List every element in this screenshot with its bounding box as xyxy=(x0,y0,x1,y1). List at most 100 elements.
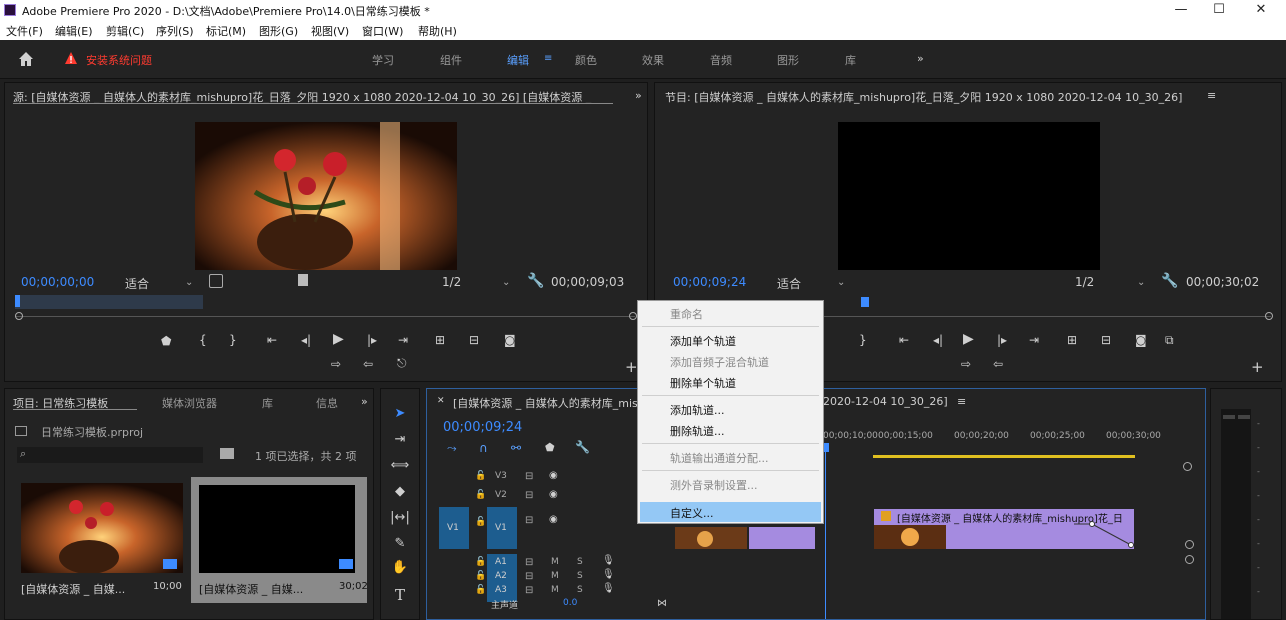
lift-icon[interactable]: ⊞ xyxy=(1067,333,1077,347)
tab-info[interactable]: 信息 xyxy=(316,395,338,411)
close-tab-icon[interactable]: ✕ xyxy=(437,396,445,406)
extract-icon[interactable]: ⊟ xyxy=(1101,333,1111,347)
menu-help[interactable]: 帮助(H) xyxy=(418,23,457,39)
selection-tool-icon[interactable]: ➤ xyxy=(389,406,411,426)
menu-item-add-audio-submix-track[interactable]: 添加音频子混合轨道 xyxy=(670,354,769,370)
menu-marker[interactable]: 标记(M) xyxy=(206,23,246,39)
source-panel-more[interactable]: » xyxy=(635,89,642,102)
mute-button[interactable]: M xyxy=(551,557,559,567)
track-sync-icon[interactable]: ⊟ xyxy=(525,585,533,596)
menu-window[interactable]: 窗口(W) xyxy=(362,23,403,39)
tab-effects[interactable]: 效果 xyxy=(642,52,664,68)
program-scale-select[interactable]: 1/2 xyxy=(1075,275,1094,289)
track-sync-icon[interactable]: ⊟ xyxy=(525,490,533,501)
program-playhead[interactable] xyxy=(861,297,869,307)
eye-icon[interactable]: ◉ xyxy=(549,470,558,481)
step-forward-icon[interactable]: |▸ xyxy=(997,333,1007,347)
zoom-handle[interactable] xyxy=(1183,462,1192,471)
solo-button[interactable]: S xyxy=(577,557,583,567)
drag-video-icon[interactable]: ⇨ xyxy=(331,357,341,371)
scroll-handle[interactable] xyxy=(1185,540,1194,549)
tab-graphics[interactable]: 图形 xyxy=(777,52,799,68)
menu-item-add-single-track[interactable]: 添加单个轨道 xyxy=(670,333,736,349)
menu-item-add-tracks[interactable]: 添加轨道... xyxy=(670,402,725,418)
keyframe-line[interactable] xyxy=(1074,509,1134,549)
workspace-menu-icon[interactable]: ≡ xyxy=(544,53,552,64)
menu-item-voiceover-settings[interactable]: 测外音录制设置... xyxy=(670,477,758,493)
program-monitor-title[interactable]: 节目: [自媒体资源 _ 自媒体人的素材库_mishupro]花_日落_夕阳 1… xyxy=(665,89,1205,105)
track-lock-icon[interactable]: 🔓 xyxy=(475,490,486,500)
close-button[interactable]: ✕ xyxy=(1246,2,1276,18)
project-search-input[interactable] xyxy=(17,447,203,463)
tab-assembly[interactable]: 组件 xyxy=(440,52,462,68)
snap-icon[interactable]: ∩ xyxy=(479,441,488,455)
mark-in-icon[interactable]: { xyxy=(199,333,207,347)
pen-tool-icon[interactable]: ✎ xyxy=(389,536,411,556)
work-area-bar[interactable] xyxy=(873,455,1135,458)
project-item-thumbnail[interactable] xyxy=(21,483,183,573)
track-sync-icon[interactable]: ⊟ xyxy=(525,471,533,482)
eye-icon[interactable]: ◉ xyxy=(549,489,558,500)
menu-graphics[interactable]: 图形(G) xyxy=(259,23,298,39)
new-bin-icon[interactable] xyxy=(220,448,234,459)
tab-audio[interactable]: 音频 xyxy=(710,52,732,68)
microphone-icon[interactable]: 🎙 xyxy=(602,555,615,566)
microphone-icon[interactable]: 🎙 xyxy=(602,569,615,580)
mark-out-icon[interactable]: } xyxy=(229,333,237,347)
add-marker-icon[interactable]: ⬟ xyxy=(161,334,171,348)
hand-tool-icon[interactable]: ✋ xyxy=(389,560,411,580)
project-item-name[interactable]: [自媒体资源 _ 自媒... xyxy=(199,581,303,597)
track-lock-icon[interactable]: 🔓 xyxy=(475,517,486,527)
track-lock-icon[interactable]: 🔓 xyxy=(475,557,486,567)
track-lock-icon[interactable]: 🔓 xyxy=(475,571,486,581)
go-to-in-icon[interactable]: ⇤ xyxy=(267,333,277,347)
solo-button[interactable]: S xyxy=(577,585,583,595)
add-marker-icon[interactable]: ⬟ xyxy=(545,441,555,454)
type-tool-icon[interactable]: T xyxy=(389,586,411,606)
add-button-icon[interactable]: + xyxy=(625,358,638,376)
trim-icon-2[interactable]: ⇦ xyxy=(993,357,1003,371)
nest-icon[interactable]: ⤳ xyxy=(447,441,457,456)
scroll-handle[interactable] xyxy=(1185,555,1194,564)
linked-selection-icon[interactable]: ⚯ xyxy=(511,441,521,455)
track-label-v2[interactable]: V2 xyxy=(495,490,507,500)
menu-item-track-output-channel[interactable]: 轨道输出通道分配... xyxy=(670,450,769,466)
track-sync-icon[interactable]: ⊟ xyxy=(525,515,533,526)
step-back-icon[interactable]: ◂| xyxy=(933,333,943,347)
go-to-out-icon[interactable]: ⇥ xyxy=(1029,333,1039,347)
program-fit-select[interactable]: 适合 xyxy=(777,275,801,292)
menu-edit[interactable]: 编辑(E) xyxy=(55,23,93,39)
program-panel-menu[interactable]: ≡ xyxy=(1207,89,1216,102)
master-volume-value[interactable]: 0.0 xyxy=(563,598,577,608)
tab-color[interactable]: 颜色 xyxy=(575,52,597,68)
settings-icon[interactable] xyxy=(209,274,223,288)
solo-button[interactable]: S xyxy=(577,571,583,581)
timeline-clip-thumbnail[interactable] xyxy=(675,527,747,549)
track-label-v3[interactable]: V3 xyxy=(495,471,507,481)
menu-file[interactable]: 文件(F) xyxy=(6,23,43,39)
home-icon[interactable] xyxy=(16,49,36,69)
track-lock-icon[interactable]: 🔓 xyxy=(475,471,486,481)
go-to-in-icon[interactable]: ⇤ xyxy=(899,333,909,347)
ripple-edit-tool-icon[interactable]: ⟺ xyxy=(389,458,411,478)
add-button-icon[interactable]: + xyxy=(1251,358,1264,376)
play-icon[interactable]: ▶ xyxy=(963,331,974,347)
source-scrub-bar[interactable] xyxy=(15,316,635,317)
razor-tool-icon[interactable]: ◆ xyxy=(389,484,411,504)
menu-item-customize[interactable]: 自定义... xyxy=(670,505,714,521)
timeline-timecode[interactable]: 00;00;09;24 xyxy=(443,420,522,435)
track-label-v1[interactable]: V1 xyxy=(495,523,507,533)
timeline-sequence-tab[interactable]: [自媒体资源 _ 自媒体人的素材库_mishupro]花_日落_夕阳 1920 … xyxy=(453,395,659,411)
menu-item-delete-tracks[interactable]: 删除轨道... xyxy=(670,423,725,439)
overwrite-icon[interactable]: ⊟ xyxy=(469,333,479,347)
tab-libraries[interactable]: 库 xyxy=(262,395,273,411)
source-scale-select[interactable]: 1/2 xyxy=(442,275,461,289)
timeline-clip-purple[interactable] xyxy=(749,527,815,549)
timeline-panel-menu[interactable]: ≡ xyxy=(957,395,966,408)
mute-button[interactable]: M xyxy=(551,571,559,581)
track-select-tool-icon[interactable]: ⇥ xyxy=(389,432,411,452)
master-end-icon[interactable]: ⋈ xyxy=(657,598,667,609)
source-playhead[interactable] xyxy=(15,295,20,307)
track-label-a1[interactable]: A1 xyxy=(495,557,507,567)
project-item-name[interactable]: [自媒体资源 _ 自媒... xyxy=(21,581,125,597)
